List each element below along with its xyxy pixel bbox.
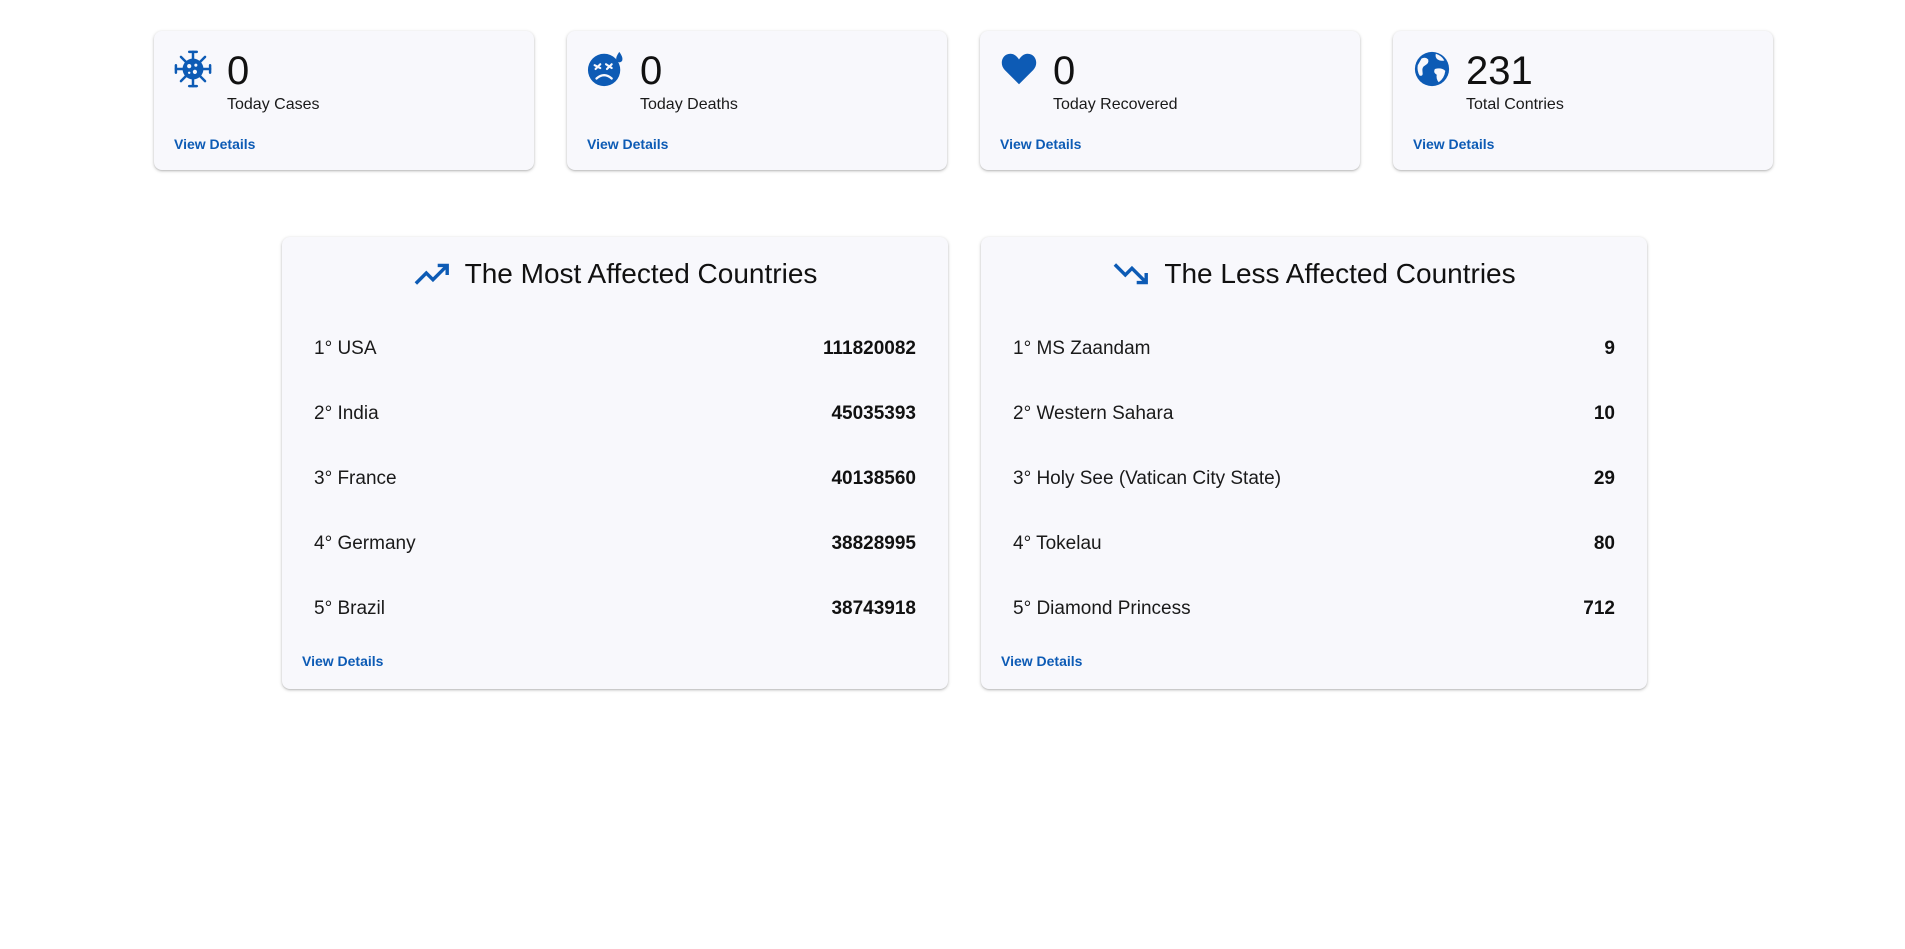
globe-icon	[1414, 51, 1450, 87]
case-count: 38743918	[831, 597, 916, 619]
stat-card-today-deaths: 0 Today Deaths View Details	[567, 31, 947, 170]
less-affected-list: 1° MS Zaandam 9 2° Western Sahara 10 3° …	[1013, 316, 1615, 641]
today-cases-view-details-link[interactable]: View Details	[174, 136, 255, 152]
today-recovered-value: 0	[1053, 49, 1076, 93]
less-affected-card: The Less Affected Countries 1° MS Zaanda…	[981, 237, 1647, 689]
case-count: 10	[1593, 402, 1615, 424]
case-count: 111820082	[822, 337, 916, 359]
country-name: 4° Tokelau	[1013, 532, 1102, 554]
list-item: 5° Diamond Princess 712	[1013, 576, 1615, 641]
most-affected-card: The Most Affected Countries 1° USA 11182…	[282, 237, 948, 689]
most-affected-list: 1° USA 111820082 2° India 45035393 3° Fr…	[314, 316, 916, 641]
country-name: 5° Diamond Princess	[1013, 597, 1191, 619]
total-countries-view-details-link[interactable]: View Details	[1413, 136, 1494, 152]
case-count: 80	[1593, 532, 1615, 554]
today-deaths-view-details-link[interactable]: View Details	[587, 136, 668, 152]
country-name: 5° Brazil	[314, 597, 385, 619]
country-name: 2° India	[314, 402, 379, 424]
list-item: 2° Western Sahara 10	[1013, 381, 1615, 446]
list-item: 4° Tokelau 80	[1013, 511, 1615, 576]
trending-up-icon	[414, 263, 449, 285]
list-item: 5° Brazil 38743918	[314, 576, 916, 641]
today-deaths-label: Today Deaths	[640, 96, 738, 113]
total-countries-label: Total Contries	[1466, 96, 1564, 113]
case-count: 29	[1593, 467, 1615, 489]
case-count: 45035393	[831, 402, 916, 424]
list-item: 1° USA 111820082	[314, 316, 916, 381]
today-recovered-label: Today Recovered	[1053, 96, 1178, 113]
stat-card-today-cases: 0 Today Cases View Details	[154, 31, 534, 170]
stat-card-today-recovered: 0 Today Recovered View Details	[980, 31, 1360, 170]
country-name: 1° USA	[314, 337, 377, 359]
country-name: 2° Western Sahara	[1013, 402, 1174, 424]
ranking-row: The Most Affected Countries 1° USA 11182…	[282, 237, 1647, 689]
less-affected-view-details-link[interactable]: View Details	[1001, 653, 1082, 669]
case-count: 9	[1604, 337, 1615, 359]
less-affected-header: The Less Affected Countries	[981, 255, 1647, 293]
list-item: 4° Germany 38828995	[314, 511, 916, 576]
today-recovered-view-details-link[interactable]: View Details	[1000, 136, 1081, 152]
today-deaths-value: 0	[640, 49, 663, 93]
list-item: 1° MS Zaandam 9	[1013, 316, 1615, 381]
case-count: 38828995	[831, 532, 916, 554]
list-item: 3° France 40138560	[314, 446, 916, 511]
list-item: 3° Holy See (Vatican City State) 29	[1013, 446, 1615, 511]
country-name: 4° Germany	[314, 532, 416, 554]
most-affected-title: The Most Affected Countries	[464, 258, 818, 289]
most-affected-header: The Most Affected Countries	[282, 255, 948, 293]
less-affected-title: The Less Affected Countries	[1164, 258, 1516, 289]
country-name: 1° MS Zaandam	[1013, 337, 1151, 359]
country-name: 3° France	[314, 467, 397, 489]
case-count: 712	[1583, 597, 1615, 619]
today-cases-value: 0	[227, 49, 250, 93]
virus-icon	[174, 50, 212, 88]
stat-card-total-countries: 231 Total Contries View Details	[1393, 31, 1773, 170]
heart-icon	[1001, 53, 1037, 85]
stats-row: 0 Today Cases View Details 0 Today Death…	[154, 31, 1773, 170]
trending-down-icon	[1114, 263, 1149, 285]
most-affected-view-details-link[interactable]: View Details	[302, 653, 383, 669]
country-name: 3° Holy See (Vatican City State)	[1013, 467, 1282, 489]
case-count: 40138560	[831, 467, 916, 489]
today-cases-label: Today Cases	[227, 96, 320, 113]
list-item: 2° India 45035393	[314, 381, 916, 446]
total-countries-value: 231	[1466, 49, 1533, 93]
sad-face-icon	[587, 51, 623, 87]
